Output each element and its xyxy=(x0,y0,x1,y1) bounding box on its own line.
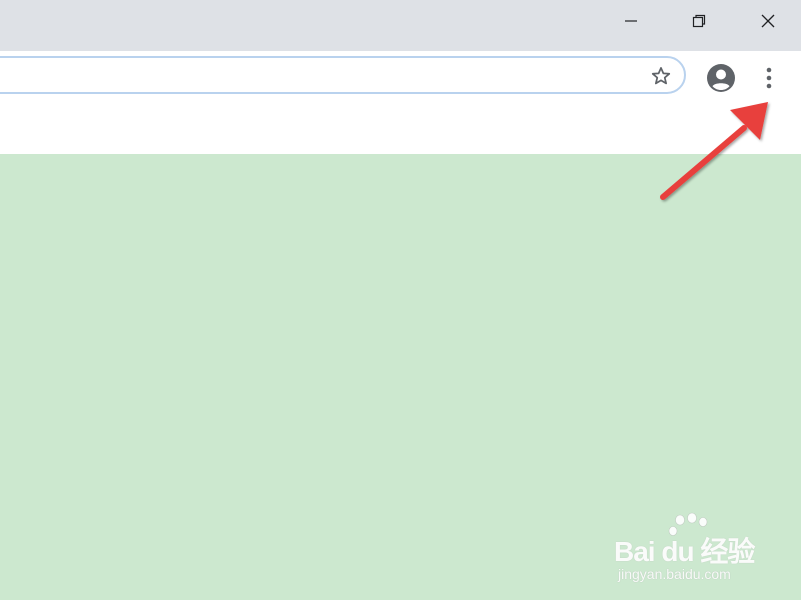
watermark: Bai du 经验 jingyan.baidu.com xyxy=(606,512,766,588)
arrow-annotation xyxy=(660,102,768,200)
minimize-icon xyxy=(625,20,637,22)
address-bar[interactable] xyxy=(0,56,686,94)
close-icon xyxy=(761,14,775,28)
account-circle-icon xyxy=(707,64,735,92)
minimize-button[interactable] xyxy=(608,0,654,42)
bookmark-star-button[interactable] xyxy=(648,63,674,89)
profile-button[interactable] xyxy=(703,60,739,96)
watermark-url: jingyan.baidu.com xyxy=(618,566,731,582)
menu-button[interactable] xyxy=(755,60,783,96)
close-button[interactable] xyxy=(745,0,791,42)
more-vertical-icon xyxy=(766,67,772,89)
restore-button[interactable] xyxy=(676,0,722,42)
browser-window: Bai du 经验 jingyan.baidu.com xyxy=(0,0,801,600)
title-bar xyxy=(0,0,801,51)
watermark-brand: Bai du 经验 xyxy=(614,536,755,567)
star-icon xyxy=(651,67,671,85)
restore-icon xyxy=(692,14,706,28)
